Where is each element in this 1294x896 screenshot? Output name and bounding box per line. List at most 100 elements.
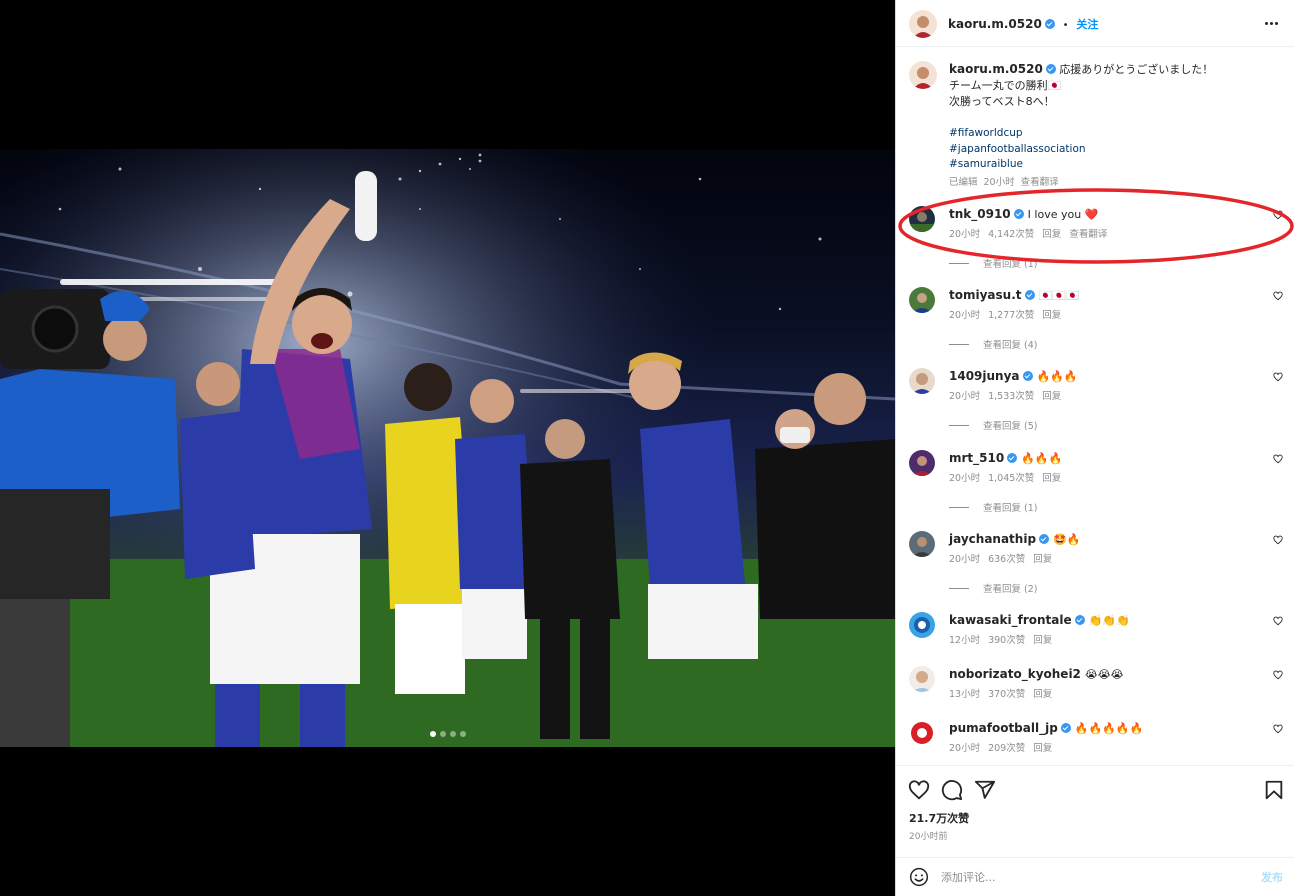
carousel-dot[interactable] (439, 731, 446, 737)
comment-avatar[interactable] (909, 612, 935, 638)
see-translation-link[interactable]: 查看翻译 (1021, 177, 1059, 188)
comment-avatar[interactable] (909, 450, 935, 476)
verified-badge-icon (1044, 19, 1055, 29)
verified-badge-icon (1045, 64, 1056, 74)
comment-time: 20小时 (949, 473, 981, 484)
comment-username[interactable]: noborizato_kyohei2 (949, 667, 1081, 681)
heart-icon[interactable] (908, 779, 930, 801)
follow-button[interactable]: 关注 (1076, 18, 1098, 31)
carousel-dots[interactable] (0, 731, 895, 737)
comment-text: noborizato_kyohei2 😭😭😭 (949, 667, 1123, 681)
post-comment-button[interactable]: 发布 (1261, 869, 1283, 885)
comment-composer: 发布 (896, 857, 1294, 896)
more-icon[interactable] (1265, 17, 1281, 29)
reply-button[interactable]: 回复 (1042, 229, 1061, 240)
comment-item: 1409junya 🔥🔥🔥 20小时 1,533次赞 回复 (896, 368, 1294, 420)
comment-body: I love you ❤️ (1027, 208, 1099, 221)
author-username[interactable]: kaoru.m.0520 (948, 17, 1042, 31)
verified-badge-icon (1024, 290, 1035, 300)
comment-item: tomiyasu.t 🇯🇵🇯🇵🇯🇵 20小时 1,277次赞 回复 (896, 287, 1294, 339)
comment-heart-icon[interactable] (1273, 372, 1283, 382)
comment-text: 1409junya 🔥🔥🔥 (949, 369, 1078, 383)
comment-meta: 20小时 1,045次赞 回复 (949, 470, 1069, 484)
hashtag-link[interactable]: #samuraiblue (949, 157, 1279, 173)
comment-username[interactable]: mrt_510 (949, 451, 1004, 465)
verified-badge-icon (1022, 371, 1033, 381)
comment-text: pumafootball_jp 🔥🔥🔥🔥🔥 (949, 721, 1143, 735)
comment-avatar[interactable] (909, 368, 935, 394)
comment-time: 20小时 (949, 229, 981, 240)
reply-button[interactable]: 回复 (1042, 473, 1061, 484)
author-avatar[interactable] (909, 10, 937, 38)
comment-likes[interactable]: 4,142次赞 (988, 229, 1034, 240)
caption-line-3: 次勝ってベスト8へ！ (949, 95, 1055, 108)
comment-avatar[interactable] (909, 287, 935, 313)
post-header: kaoru.m.0520 • 关注 (896, 0, 1294, 47)
comment-avatar[interactable] (909, 720, 935, 746)
comment-likes[interactable]: 390次赞 (988, 635, 1025, 646)
comment-likes[interactable]: 1,045次赞 (988, 473, 1034, 484)
reply-button[interactable]: 回复 (1033, 635, 1052, 646)
comment-avatar[interactable] (909, 206, 935, 232)
comment-username[interactable]: pumafootball_jp (949, 721, 1058, 735)
comment-heart-icon[interactable] (1273, 670, 1283, 680)
photo-illustration (0, 149, 895, 747)
reply-button[interactable]: 回复 (1042, 391, 1061, 402)
post-photo[interactable] (0, 149, 895, 747)
edited-label: 已编辑 (949, 177, 978, 188)
comment-avatar[interactable] (909, 531, 935, 557)
caption-line-1: 応援ありがとうございました！ (1059, 63, 1214, 76)
view-replies-link[interactable]: 查看回复 (4) (949, 337, 1037, 351)
comment-username[interactable]: jaychanathip (949, 532, 1036, 546)
comment-time: 20小时 (949, 554, 981, 565)
emoji-icon[interactable] (909, 867, 929, 887)
comment-heart-icon[interactable] (1273, 724, 1283, 734)
comment-body: 🔥🔥🔥 (1021, 452, 1063, 465)
comment-meta: 13小时 370次赞 回复 (949, 686, 1060, 700)
comment-likes[interactable]: 209次赞 (988, 743, 1025, 754)
view-replies-link[interactable]: 查看回复 (1) (949, 256, 1037, 270)
hashtag-link[interactable]: #japanfootballassociation (949, 142, 1279, 158)
comment-username[interactable]: tnk_0910 (949, 207, 1011, 221)
comment-time: 20小时 (949, 391, 981, 402)
reply-button[interactable]: 回复 (1042, 310, 1061, 321)
comment-body: 🇯🇵🇯🇵🇯🇵 (1038, 289, 1080, 302)
comment-username[interactable]: tomiyasu.t (949, 288, 1022, 302)
comment-username[interactable]: 1409junya (949, 369, 1020, 383)
view-replies-link[interactable]: 查看回复 (5) (949, 418, 1037, 432)
comment-avatar[interactable] (909, 666, 935, 692)
caption-time: 20小时 (983, 177, 1015, 188)
comment-input[interactable] (941, 868, 1231, 886)
comment-heart-icon[interactable] (1273, 454, 1283, 464)
reply-button[interactable]: 回复 (1033, 554, 1052, 565)
share-icon[interactable] (974, 779, 996, 801)
caption-text: kaoru.m.0520 応援ありがとうございました！ チーム一丸での勝利🇯🇵 … (949, 61, 1279, 173)
comment-likes[interactable]: 1,533次赞 (988, 391, 1034, 402)
view-replies-link[interactable]: 查看回复 (1) (949, 500, 1037, 514)
see-translation-link[interactable]: 查看翻译 (1069, 229, 1107, 240)
caption-username[interactable]: kaoru.m.0520 (949, 62, 1043, 76)
reply-button[interactable]: 回复 (1033, 743, 1052, 754)
comment-icon[interactable] (941, 779, 963, 801)
comment-heart-icon[interactable] (1273, 291, 1283, 301)
bookmark-icon[interactable] (1263, 779, 1285, 801)
comment-username[interactable]: kawasaki_frontale (949, 613, 1072, 627)
comment-heart-icon[interactable] (1273, 535, 1283, 545)
comment-meta: 20小时 1,277次赞 回复 (949, 307, 1069, 321)
carousel-dot-active[interactable] (429, 731, 436, 737)
comment-likes[interactable]: 1,277次赞 (988, 310, 1034, 321)
post-side-panel: kaoru.m.0520 • 关注 kaoru.m.0520 応援ありがとうござ… (895, 0, 1294, 896)
hashtag-link[interactable]: #fifaworldcup (949, 126, 1279, 142)
reply-button[interactable]: 回复 (1033, 689, 1052, 700)
carousel-dot[interactable] (449, 731, 456, 737)
carousel-dot[interactable] (459, 731, 466, 737)
comment-heart-icon[interactable] (1273, 210, 1283, 220)
caption-avatar[interactable] (909, 61, 937, 89)
comment-heart-icon[interactable] (1273, 616, 1283, 626)
verified-badge-icon (1039, 534, 1050, 544)
comment-likes[interactable]: 636次赞 (988, 554, 1025, 565)
comment-likes[interactable]: 370次赞 (988, 689, 1025, 700)
likes-count[interactable]: 21.7万次赞 (909, 810, 969, 826)
comment-text: mrt_510 🔥🔥🔥 (949, 451, 1062, 465)
view-replies-link[interactable]: 查看回复 (2) (949, 581, 1037, 595)
